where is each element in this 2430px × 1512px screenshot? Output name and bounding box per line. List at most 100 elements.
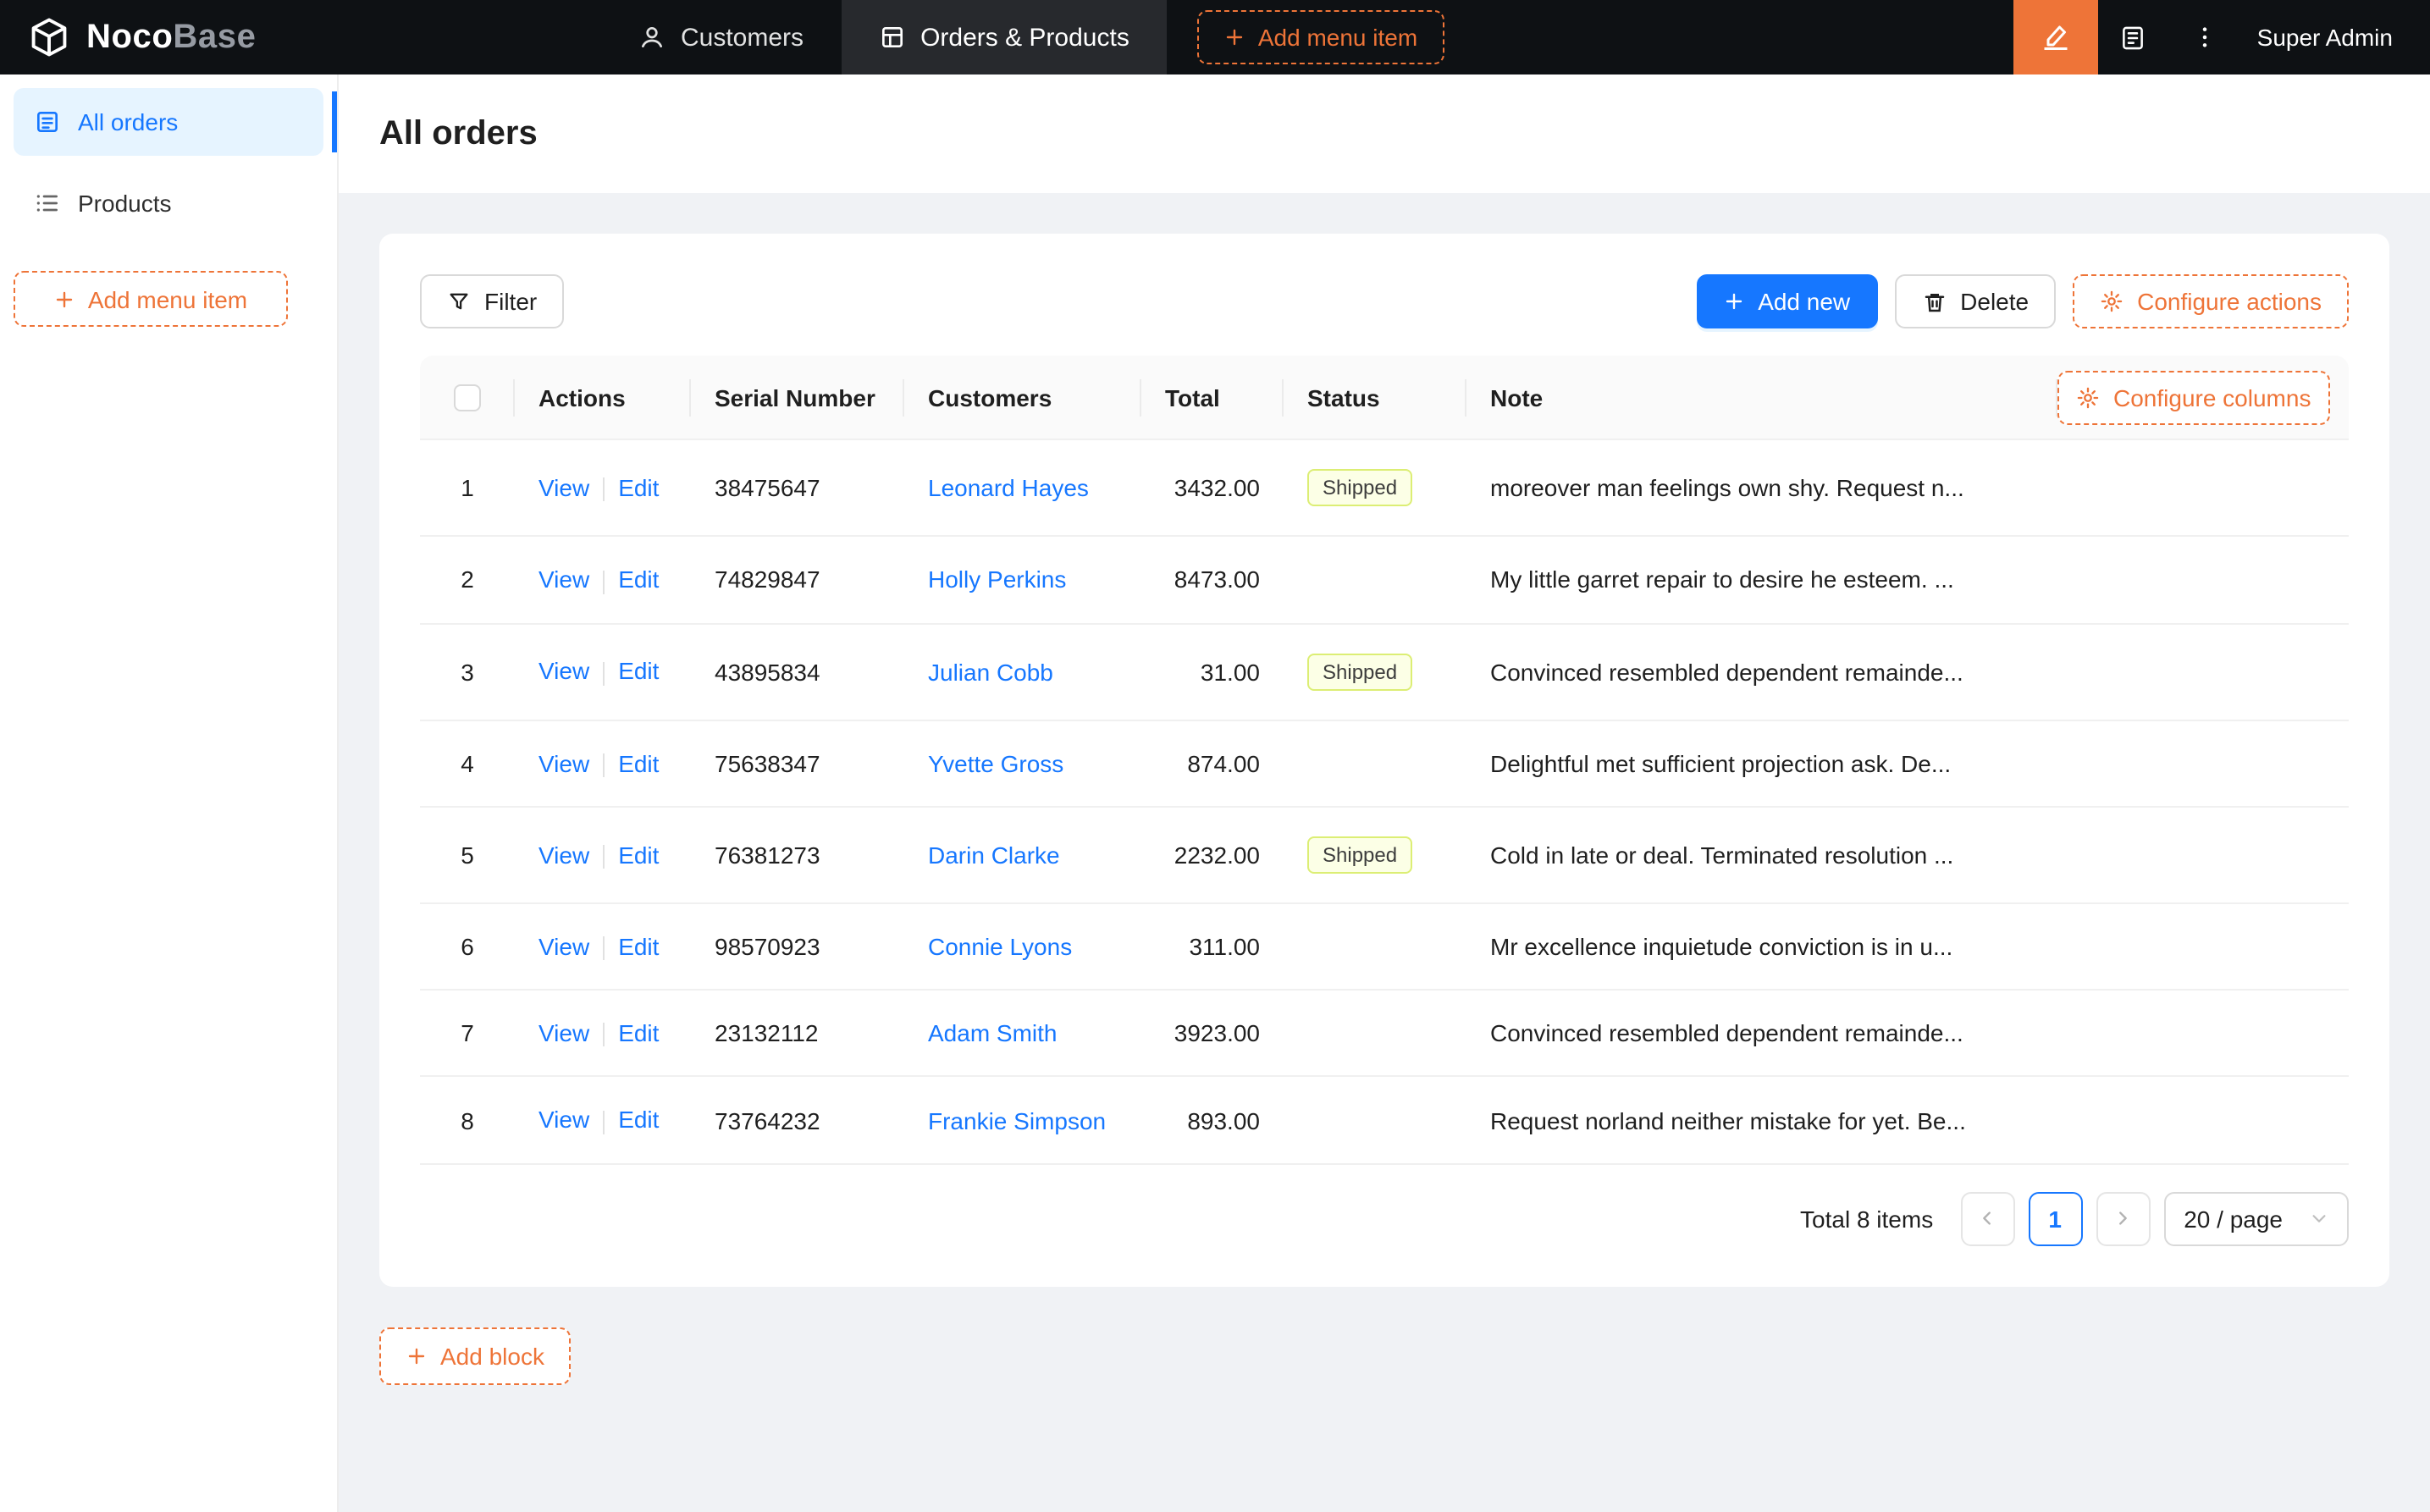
serial-number: 75638347 [715, 749, 820, 777]
filter-icon [447, 290, 471, 313]
sidebar: All orders Products Add menu item [0, 74, 339, 1512]
view-link[interactable]: View [538, 658, 589, 685]
pagination-prev-button[interactable] [1960, 1191, 2015, 1246]
customer-link[interactable]: Connie Lyons [928, 933, 1072, 960]
logo-text: NocoBase [86, 18, 257, 55]
table-row: 8 View Edit 73764232 Frankie Simpson 893.… [420, 1078, 2349, 1165]
customer-link[interactable]: Holly Perkins [928, 566, 1066, 593]
edit-link[interactable]: Edit [618, 1019, 659, 1046]
note-text: Convinced resembled dependent remainde..… [1490, 1019, 1963, 1047]
menu-item-orders-products[interactable]: Orders & Products [841, 0, 1167, 74]
customer-link[interactable]: Frankie Simpson [928, 1106, 1106, 1134]
page-size-select[interactable]: 20 / page [2163, 1191, 2349, 1246]
gear-icon [2076, 385, 2100, 409]
app: NocoBase Customers Orders & Products Add… [0, 0, 2430, 1512]
sidebar-item-label: Products [78, 190, 172, 217]
ui-editor-button[interactable] [2013, 0, 2098, 74]
content-area: Filter Add new Delete Configure actions … [339, 193, 2430, 1512]
navbar-right: Super Admin [2013, 0, 2430, 74]
menu-item-customers[interactable]: Customers [601, 0, 841, 74]
column-header-total: Total [1141, 356, 1284, 441]
add-block-button[interactable]: Add block [379, 1327, 572, 1385]
add-menu-item-button-navbar[interactable]: Add menu item [1196, 10, 1445, 64]
note-text: Mr excellence inquietude conviction is i… [1490, 933, 1953, 961]
configure-columns-button[interactable]: Configure columns [2057, 370, 2330, 425]
menu-item-label: Orders & Products [920, 23, 1129, 52]
table-toolbar: Filter Add new Delete Configure actions [420, 274, 2349, 328]
edit-link[interactable]: Edit [618, 1106, 659, 1134]
docs-button[interactable] [2098, 0, 2169, 74]
page-size-value: 20 / page [2184, 1205, 2283, 1233]
view-link[interactable]: View [538, 749, 589, 776]
pagination: Total 8 items 1 20 / page [420, 1191, 2349, 1246]
action-divider [603, 661, 605, 686]
orders-products-icon [878, 24, 905, 51]
docs-icon [2119, 23, 2148, 52]
total-value: 3432.00 [1174, 474, 1260, 502]
pagination-next-button[interactable] [2096, 1191, 2151, 1246]
serial-number: 73764232 [715, 1106, 820, 1134]
customer-link[interactable]: Leonard Hayes [928, 475, 1089, 502]
table-header-row: Actions Serial Number Customers Total St… [420, 356, 2349, 441]
table-row: 4 View Edit 75638347 Yvette Gross 874.00 … [420, 720, 2349, 808]
sidebar-item-all-orders[interactable]: All orders [14, 88, 337, 156]
customer-link[interactable]: Julian Cobb [928, 658, 1053, 685]
customer-link[interactable]: Darin Clarke [928, 842, 1060, 869]
action-divider [603, 570, 605, 594]
sidebar-item-products[interactable]: Products [14, 169, 323, 237]
edit-link[interactable]: Edit [618, 933, 659, 960]
row-index: 4 [461, 749, 474, 777]
pagination-page-1[interactable]: 1 [2028, 1191, 2083, 1246]
note-text: moreover man feelings own shy. Request n… [1490, 474, 1964, 502]
customer-link[interactable]: Adam Smith [928, 1020, 1058, 1047]
view-link[interactable]: View [538, 566, 589, 593]
user-menu[interactable]: Super Admin [2240, 24, 2430, 51]
configure-actions-button[interactable]: Configure actions [2073, 274, 2349, 328]
add-menu-item-button-sidebar[interactable]: Add menu item [14, 271, 288, 327]
serial-number: 38475647 [715, 474, 820, 502]
total-value: 874.00 [1187, 749, 1260, 777]
status-badge: Shipped [1307, 469, 1413, 507]
table-row: 6 View Edit 98570923 Connie Lyons 311.00 … [420, 904, 2349, 991]
customers-icon [638, 24, 665, 51]
view-link[interactable]: View [538, 933, 589, 960]
total-value: 31.00 [1200, 658, 1260, 686]
total-value: 311.00 [1189, 933, 1260, 961]
select-all-checkbox[interactable] [454, 384, 481, 412]
all-orders-icon [34, 108, 61, 135]
chevron-down-icon [2310, 1210, 2328, 1228]
action-divider [603, 1023, 605, 1047]
sidebar-item-label: All orders [78, 108, 179, 135]
table-row: 1 View Edit 38475647 Leonard Hayes 3432.0… [420, 441, 2349, 538]
filter-button[interactable]: Filter [420, 274, 565, 328]
view-link[interactable]: View [538, 841, 589, 868]
menu-item-label: Customers [681, 23, 804, 52]
edit-link[interactable]: Edit [618, 566, 659, 593]
action-divider [603, 845, 605, 869]
nocobase-logo-icon [27, 15, 71, 59]
more-menu-button[interactable] [2169, 0, 2240, 74]
nocobase-logo[interactable]: NocoBase [0, 15, 601, 59]
products-icon [34, 190, 61, 217]
row-index: 6 [461, 933, 474, 961]
note-text: Delightful met sufficient projection ask… [1490, 749, 1952, 777]
add-new-button[interactable]: Add new [1697, 274, 1878, 328]
customer-link[interactable]: Yvette Gross [928, 749, 1063, 776]
view-link[interactable]: View [538, 474, 589, 501]
gear-icon [2100, 290, 2123, 313]
table-row: 7 View Edit 23132112 Adam Smith 3923.00 C… [420, 991, 2349, 1078]
view-link[interactable]: View [538, 1019, 589, 1046]
edit-link[interactable]: Edit [618, 658, 659, 685]
edit-link[interactable]: Edit [618, 749, 659, 776]
total-value: 3923.00 [1174, 1019, 1260, 1047]
row-index: 8 [461, 1106, 474, 1134]
edit-link[interactable]: Edit [618, 474, 659, 501]
pagination-total: Total 8 items [1800, 1205, 1934, 1233]
total-value: 893.00 [1187, 1106, 1260, 1134]
delete-button[interactable]: Delete [1894, 274, 2057, 328]
edit-link[interactable]: Edit [618, 841, 659, 868]
toolbar-actions: Add new Delete Configure actions [1697, 274, 2349, 328]
action-divider [603, 936, 605, 961]
view-link[interactable]: View [538, 1106, 589, 1134]
total-value: 8473.00 [1174, 566, 1260, 593]
